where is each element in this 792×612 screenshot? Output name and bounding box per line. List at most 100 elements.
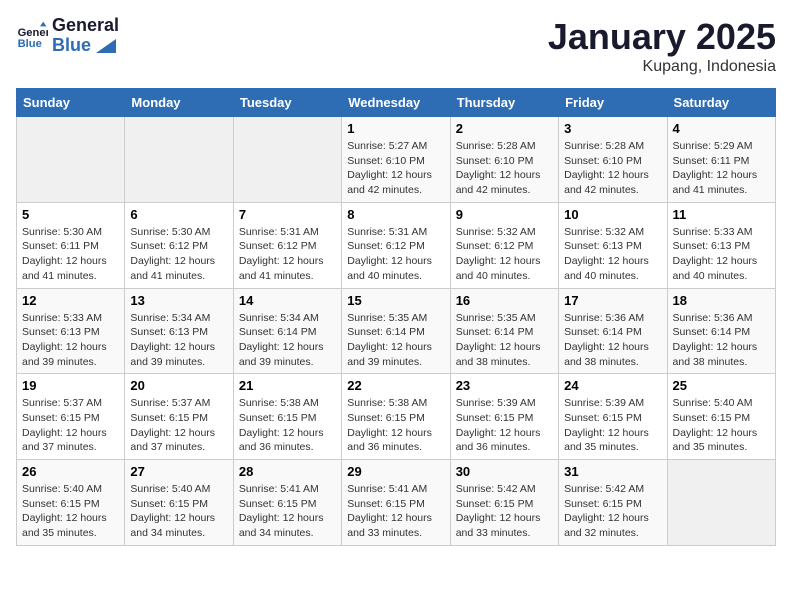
calendar-subtitle: Kupang, Indonesia: [548, 58, 776, 76]
calendar-week-row: 1Sunrise: 5:27 AM Sunset: 6:10 PM Daylig…: [17, 117, 776, 203]
calendar-cell: 1Sunrise: 5:27 AM Sunset: 6:10 PM Daylig…: [342, 117, 450, 203]
logo-icon: General Blue: [16, 20, 48, 52]
day-number: 28: [239, 464, 336, 479]
day-info: Sunrise: 5:38 AM Sunset: 6:15 PM Dayligh…: [347, 396, 444, 455]
logo-general: General: [52, 16, 119, 36]
day-info: Sunrise: 5:34 AM Sunset: 6:14 PM Dayligh…: [239, 311, 336, 370]
day-info: Sunrise: 5:33 AM Sunset: 6:13 PM Dayligh…: [22, 311, 119, 370]
calendar-cell: 9Sunrise: 5:32 AM Sunset: 6:12 PM Daylig…: [450, 202, 558, 288]
calendar-week-row: 19Sunrise: 5:37 AM Sunset: 6:15 PM Dayli…: [17, 374, 776, 460]
calendar-cell: 6 Sunrise: 5:30 AM Sunset: 6:12 PM Daylig…: [125, 202, 233, 288]
calendar-week-row: 5Sunrise: 5:30 AM Sunset: 6:11 PM Daylig…: [17, 202, 776, 288]
day-info: Sunrise: 5:31 AM Sunset: 6:12 PM Dayligh…: [239, 225, 336, 284]
day-info: Sunrise: 5:42 AM Sunset: 6:15 PM Dayligh…: [564, 482, 661, 541]
day-info: Sunrise: 5:28 AM Sunset: 6:10 PM Dayligh…: [456, 139, 553, 198]
day-number: 8: [347, 207, 444, 222]
day-number: 3: [564, 121, 661, 136]
day-info: Sunrise: 5:40 AM Sunset: 6:15 PM Dayligh…: [673, 396, 770, 455]
day-info: Sunrise: 5:41 AM Sunset: 6:15 PM Dayligh…: [347, 482, 444, 541]
day-number: 25: [673, 378, 770, 393]
day-info: Sunrise: 5:38 AM Sunset: 6:15 PM Dayligh…: [239, 396, 336, 455]
day-number: 2: [456, 121, 553, 136]
day-info: Sunrise: 5:37 AM Sunset: 6:15 PM Dayligh…: [130, 396, 227, 455]
calendar-cell: [667, 460, 775, 546]
calendar-cell: [17, 117, 125, 203]
day-number: 22: [347, 378, 444, 393]
weekday-header-row: SundayMondayTuesdayWednesdayThursdayFrid…: [17, 89, 776, 117]
calendar-cell: 4 Sunrise: 5:29 AM Sunset: 6:11 PM Daylig…: [667, 117, 775, 203]
calendar-cell: 8 Sunrise: 5:31 AM Sunset: 6:12 PM Daylig…: [342, 202, 450, 288]
day-info: Sunrise: 5:36 AM Sunset: 6:14 PM Dayligh…: [564, 311, 661, 370]
calendar-cell: 19Sunrise: 5:37 AM Sunset: 6:15 PM Dayli…: [17, 374, 125, 460]
page-header: General Blue General Blue January 2025 K…: [16, 16, 776, 76]
day-number: 21: [239, 378, 336, 393]
day-number: 29: [347, 464, 444, 479]
day-info: Sunrise: 5:28 AM Sunset: 6:10 PM Dayligh…: [564, 139, 661, 198]
calendar-cell: 3 Sunrise: 5:28 AM Sunset: 6:10 PM Daylig…: [559, 117, 667, 203]
calendar-cell: 5Sunrise: 5:30 AM Sunset: 6:11 PM Daylig…: [17, 202, 125, 288]
weekday-header-tuesday: Tuesday: [233, 89, 341, 117]
day-info: Sunrise: 5:39 AM Sunset: 6:15 PM Dayligh…: [456, 396, 553, 455]
calendar-cell: 30 Sunrise: 5:42 AM Sunset: 6:15 PM Dayli…: [450, 460, 558, 546]
day-number: 11: [673, 207, 770, 222]
logo-blue: Blue: [52, 36, 119, 56]
day-number: 6: [130, 207, 227, 222]
calendar-cell: 7 Sunrise: 5:31 AM Sunset: 6:12 PM Daylig…: [233, 202, 341, 288]
day-number: 31: [564, 464, 661, 479]
day-number: 14: [239, 293, 336, 308]
day-info: Sunrise: 5:27 AM Sunset: 6:10 PM Dayligh…: [347, 139, 444, 198]
weekday-header-sunday: Sunday: [17, 89, 125, 117]
weekday-header-friday: Friday: [559, 89, 667, 117]
day-info: Sunrise: 5:30 AM Sunset: 6:12 PM Dayligh…: [130, 225, 227, 284]
calendar-cell: 15Sunrise: 5:35 AM Sunset: 6:14 PM Dayli…: [342, 288, 450, 374]
logo-arrow-icon: [96, 39, 116, 53]
day-info: Sunrise: 5:37 AM Sunset: 6:15 PM Dayligh…: [22, 396, 119, 455]
weekday-header-monday: Monday: [125, 89, 233, 117]
calendar-week-row: 26 Sunrise: 5:40 AM Sunset: 6:15 PM Dayli…: [17, 460, 776, 546]
weekday-header-saturday: Saturday: [667, 89, 775, 117]
day-info: Sunrise: 5:40 AM Sunset: 6:15 PM Dayligh…: [130, 482, 227, 541]
day-info: Sunrise: 5:34 AM Sunset: 6:13 PM Dayligh…: [130, 311, 227, 370]
calendar-cell: 16Sunrise: 5:35 AM Sunset: 6:14 PM Dayli…: [450, 288, 558, 374]
title-block: January 2025 Kupang, Indonesia: [548, 16, 776, 76]
calendar-cell: 2 Sunrise: 5:28 AM Sunset: 6:10 PM Daylig…: [450, 117, 558, 203]
weekday-header-wednesday: Wednesday: [342, 89, 450, 117]
day-number: 20: [130, 378, 227, 393]
day-info: Sunrise: 5:33 AM Sunset: 6:13 PM Dayligh…: [673, 225, 770, 284]
day-number: 16: [456, 293, 553, 308]
calendar-cell: 29 Sunrise: 5:41 AM Sunset: 6:15 PM Dayli…: [342, 460, 450, 546]
day-number: 27: [130, 464, 227, 479]
day-number: 26: [22, 464, 119, 479]
calendar-table: SundayMondayTuesdayWednesdayThursdayFrid…: [16, 88, 776, 546]
day-number: 15: [347, 293, 444, 308]
day-number: 13: [130, 293, 227, 308]
logo: General Blue General Blue: [16, 16, 119, 56]
calendar-cell: [125, 117, 233, 203]
calendar-cell: 24 Sunrise: 5:39 AM Sunset: 6:15 PM Dayli…: [559, 374, 667, 460]
calendar-cell: 14 Sunrise: 5:34 AM Sunset: 6:14 PM Dayli…: [233, 288, 341, 374]
day-number: 4: [673, 121, 770, 136]
calendar-cell: 23Sunrise: 5:39 AM Sunset: 6:15 PM Dayli…: [450, 374, 558, 460]
day-info: Sunrise: 5:39 AM Sunset: 6:15 PM Dayligh…: [564, 396, 661, 455]
day-info: Sunrise: 5:29 AM Sunset: 6:11 PM Dayligh…: [673, 139, 770, 198]
calendar-cell: 17 Sunrise: 5:36 AM Sunset: 6:14 PM Dayli…: [559, 288, 667, 374]
day-number: 30: [456, 464, 553, 479]
calendar-cell: 10Sunrise: 5:32 AM Sunset: 6:13 PM Dayli…: [559, 202, 667, 288]
day-number: 17: [564, 293, 661, 308]
day-number: 7: [239, 207, 336, 222]
calendar-cell: 31 Sunrise: 5:42 AM Sunset: 6:15 PM Dayli…: [559, 460, 667, 546]
day-info: Sunrise: 5:42 AM Sunset: 6:15 PM Dayligh…: [456, 482, 553, 541]
calendar-cell: 26Sunrise: 5:40 AM Sunset: 6:15 PM Dayli…: [17, 460, 125, 546]
day-info: Sunrise: 5:31 AM Sunset: 6:12 PM Dayligh…: [347, 225, 444, 284]
day-info: Sunrise: 5:30 AM Sunset: 6:11 PM Dayligh…: [22, 225, 119, 284]
calendar-cell: 27 Sunrise: 5:40 AM Sunset: 6:15 PM Dayli…: [125, 460, 233, 546]
calendar-cell: 12 Sunrise: 5:33 AM Sunset: 6:13 PM Dayli…: [17, 288, 125, 374]
calendar-cell: 21 Sunrise: 5:38 AM Sunset: 6:15 PM Dayli…: [233, 374, 341, 460]
calendar-cell: 20 Sunrise: 5:37 AM Sunset: 6:15 PM Dayli…: [125, 374, 233, 460]
day-number: 24: [564, 378, 661, 393]
calendar-cell: 18Sunrise: 5:36 AM Sunset: 6:14 PM Dayli…: [667, 288, 775, 374]
calendar-cell: 13 Sunrise: 5:34 AM Sunset: 6:13 PM Dayli…: [125, 288, 233, 374]
svg-text:General: General: [18, 27, 48, 39]
day-number: 12: [22, 293, 119, 308]
calendar-cell: 22 Sunrise: 5:38 AM Sunset: 6:15 PM Dayli…: [342, 374, 450, 460]
